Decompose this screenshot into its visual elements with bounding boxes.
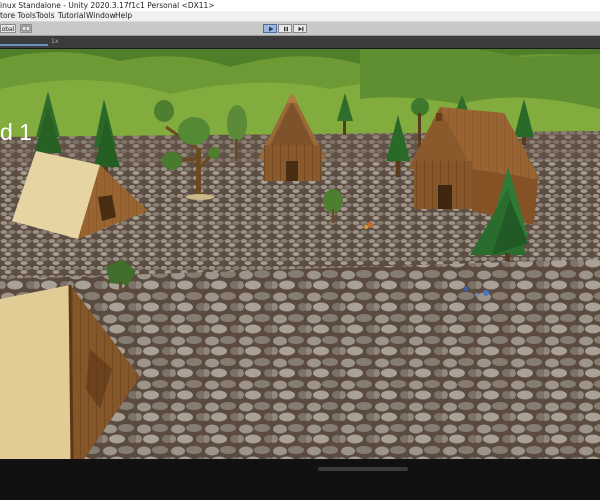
- level-title-text: d 1: [0, 119, 32, 145]
- snap-settings-button[interactable]: [20, 24, 32, 33]
- village-scene-illustration: [0, 49, 600, 459]
- grid-icon: [21, 25, 31, 32]
- step-icon: [298, 26, 304, 32]
- pause-button[interactable]: [278, 24, 292, 33]
- menu-window[interactable]: Window: [86, 11, 116, 21]
- menu-help[interactable]: Help: [115, 11, 132, 21]
- step-button[interactable]: [293, 24, 307, 33]
- main-toolbar: obal: [0, 22, 600, 36]
- pivot-global-label: obal: [1, 26, 15, 33]
- menu-bar: tore Tools Tools Tutorial Window Help: [0, 11, 600, 22]
- status-bar: [0, 459, 600, 500]
- play-button[interactable]: [263, 24, 277, 33]
- play-icon: [269, 26, 274, 32]
- menu-store-tools[interactable]: tore Tools: [0, 11, 36, 21]
- scale-label: 1x: [51, 38, 59, 45]
- game-viewport[interactable]: d 1: [0, 49, 600, 459]
- menu-tutorial[interactable]: Tutorial: [58, 11, 86, 21]
- menu-tools[interactable]: Tools: [36, 11, 54, 21]
- status-bar-handle[interactable]: [318, 467, 408, 471]
- window-title: inux Standalone - Unity 2020.3.17f1c1 Pe…: [0, 1, 215, 10]
- window-title-bar: inux Standalone - Unity 2020.3.17f1c1 Pe…: [0, 0, 600, 11]
- pivot-global-button[interactable]: obal: [0, 24, 16, 33]
- pause-icon: [284, 26, 288, 32]
- game-view-scale-bar: 1x: [0, 36, 600, 49]
- scale-slider[interactable]: [0, 44, 48, 46]
